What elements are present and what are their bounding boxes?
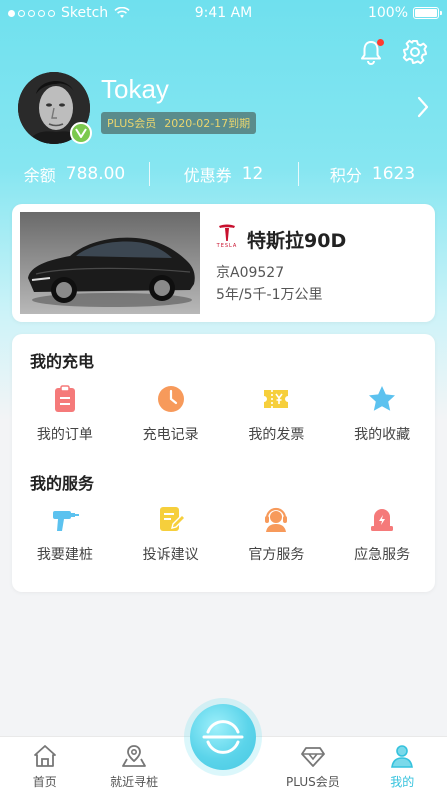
stat-value: 12 [241,164,264,184]
clipboard-icon [54,385,75,412]
user-icon [391,745,414,768]
emergency-service-button[interactable]: 应急服务 [329,504,435,564]
services-section-title: 我的服务 [30,474,95,493]
grid-label: 投诉建议 [142,547,199,563]
tab-nearby-chargers[interactable]: 就近寻桩 [89,737,178,794]
edit-note-icon [159,507,186,531]
settings-button[interactable] [401,38,429,66]
membership-label: PLUS会员 [107,117,157,130]
battery-icon [413,7,442,19]
notification-bell-button[interactable] [357,38,385,66]
brand-wordmark: TESLA [216,243,238,249]
official-service-button[interactable]: 官方服务 [224,504,330,564]
tesla-logo-icon: TESLA [216,224,238,252]
my-favorites-button[interactable]: 我的收藏 [329,384,435,444]
battery-percent: 100% [367,5,408,21]
charging-history-button[interactable]: 充电记录 [118,384,224,444]
tab-label: 首页 [32,775,57,789]
grid-label: 我的订单 [36,427,93,443]
unread-dot [377,39,384,46]
home-icon [33,745,56,767]
grid-label: 我要建桩 [36,547,93,563]
stat-label: 优惠券 [183,166,232,185]
stat-coupons[interactable]: 优惠券 12 [149,160,298,188]
emergency-light-icon [371,509,394,531]
membership-badge[interactable]: PLUS会员 2020-02-17到期 [101,112,257,134]
stat-value: 788.00 [65,164,126,184]
charging-section-title: 我的充电 [30,352,95,371]
grid-label: 应急服务 [354,547,411,563]
map-pin-icon [122,745,146,767]
services-grid: 我要建桩 投诉建议 官方服务 应急服务 [12,504,435,564]
stat-label: 余额 [23,166,56,185]
star-icon [369,386,396,411]
tab-label: PLUS会员 [286,775,340,789]
scan-icon [202,720,244,754]
account-stats: 余额 788.00 优惠券 12 积分 1623 [0,160,447,188]
username: Tokay [101,74,169,104]
membership-expiry: 2020-02-17到期 [164,117,251,130]
my-orders-button[interactable]: 我的订单 [12,384,118,444]
stat-label: 积分 [329,166,362,185]
stat-value: 1623 [371,164,416,184]
vehicle-card[interactable]: TESLA 特斯拉90D 京A09527 5年/5千-1万公里 [12,204,435,322]
ticket-icon [264,390,289,408]
gear-icon [402,39,428,65]
stat-points[interactable]: 积分 1623 [298,160,447,188]
grid-label: 充电记录 [142,427,199,443]
car-photo [20,212,200,314]
verified-badge-icon [70,122,92,144]
grid-label: 我的收藏 [354,427,411,443]
diamond-icon [300,747,325,767]
status-bar: Sketch 9:41 AM 100% [0,0,447,26]
clock-icon [157,386,184,412]
license-plate: 京A09527 [216,265,285,281]
scan-charge-button[interactable] [190,704,256,770]
chevron-right-icon[interactable] [417,96,429,118]
stat-balance[interactable]: 余额 788.00 [0,160,149,188]
services-card: 我的充电 我的订单 充电记录 我的发票 我的收藏 我的服务 我要建桩 投诉建议 … [12,334,435,592]
grid-label: 我的发票 [248,427,305,443]
tab-label: 就近寻桩 [110,775,159,789]
grid-label: 官方服务 [248,547,305,563]
build-charger-button[interactable]: 我要建桩 [12,504,118,564]
complaints-button[interactable]: 投诉建议 [118,504,224,564]
tab-mine[interactable]: 我的 [358,737,447,794]
drill-icon [52,511,79,531]
tab-home[interactable]: 首页 [0,737,89,794]
tab-plus-member[interactable]: PLUS会员 [268,737,357,794]
car-model: 特斯拉90D [247,230,347,252]
headset-icon [265,507,288,532]
warranty-info: 5年/5千-1万公里 [216,287,323,303]
avatar[interactable] [18,72,92,144]
charging-grid: 我的订单 充电记录 我的发票 我的收藏 [12,384,435,444]
my-invoices-button[interactable]: 我的发票 [224,384,330,444]
tab-label: 我的 [390,775,415,789]
